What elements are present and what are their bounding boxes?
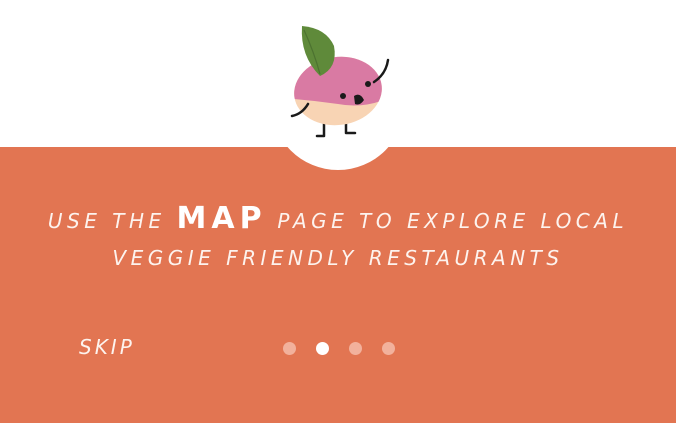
headline-text-before: USE THE [47,209,166,233]
onboarding-message: USE THE MAP PAGE TO EXPLORE LOCAL VEGGIE… [0,200,676,277]
page-dot-1[interactable] [283,341,296,355]
page-dot-2-active[interactable] [316,341,329,355]
headline-line-1: USE THE MAP PAGE TO EXPLORE LOCAL [0,200,676,240]
page-indicator [283,341,395,355]
headline-text-after: PAGE TO EXPLORE LOCAL [277,209,629,233]
headline-line-2: VEGGIE FRIENDLY RESTAURANTS [112,246,564,270]
headline-emphasis-map: MAP [176,201,267,236]
skip-button[interactable]: SKIP [79,335,135,359]
page-dot-3[interactable] [349,341,362,355]
page-dot-4[interactable] [382,341,395,355]
turnip-mascot-icon [289,26,390,138]
onboarding-panel [0,147,676,423]
